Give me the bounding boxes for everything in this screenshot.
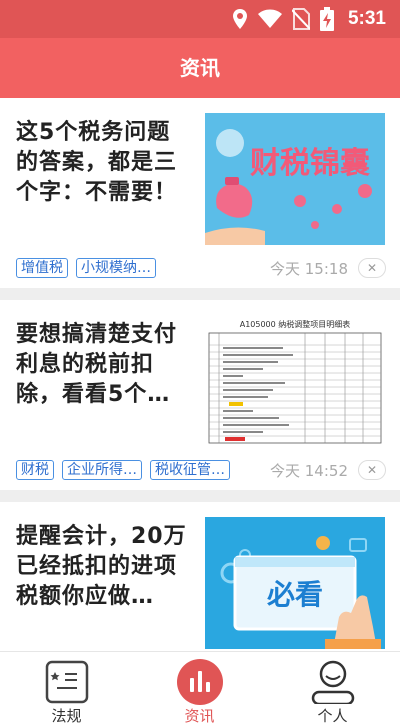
- page-title: 资讯: [180, 56, 220, 80]
- tab-profile[interactable]: 个人: [266, 652, 399, 725]
- thumbnail-caption: 财税锦囊: [250, 146, 370, 181]
- app-bar: 资讯: [0, 38, 400, 98]
- tab-label: 个人: [317, 707, 348, 725]
- article-time: 今天 14:52: [270, 462, 348, 480]
- person-icon: [311, 660, 355, 704]
- tag-chip[interactable]: 企业所得…: [62, 460, 142, 480]
- clock: 5:31: [347, 8, 386, 29]
- battery-charging-icon: [319, 7, 334, 31]
- article-card[interactable]: 要想搞清楚支付利息的税前扣除，看看5个… A105000 纳税调整项目明细表 财…: [0, 300, 400, 490]
- tag-list: 财税 企业所得… 税收征管…: [16, 460, 230, 480]
- article-card[interactable]: 这5个税务问题的答案，都是三个字：不需要！ 财税锦囊 增值税 小规模纳… 今天 …: [0, 98, 400, 288]
- tax-tips-illustration: 财税锦囊: [205, 113, 385, 245]
- tag-chip[interactable]: 小规模纳…: [76, 258, 156, 278]
- thumbnail-caption: 必看: [267, 578, 323, 611]
- location-icon: [232, 9, 247, 29]
- tab-label: 法规: [51, 707, 82, 725]
- article-thumbnail[interactable]: A105000 纳税调整项目明细表: [205, 315, 385, 447]
- tab-label: 资讯: [184, 707, 215, 725]
- news-chart-icon: [177, 659, 223, 705]
- bottom-tab-bar: 法规 资讯 个人: [0, 651, 400, 725]
- tag-chip[interactable]: 税收征管…: [150, 460, 230, 480]
- tag-chip[interactable]: 财税: [16, 460, 54, 480]
- dismiss-button[interactable]: ✕: [358, 258, 386, 278]
- tax-table-image: A105000 纳税调整项目明细表: [205, 315, 385, 447]
- divider: [0, 490, 400, 502]
- article-thumbnail[interactable]: 财税锦囊: [205, 113, 385, 245]
- tab-law[interactable]: 法规: [0, 652, 133, 725]
- tag-chip[interactable]: 增值税: [16, 258, 68, 278]
- article-title[interactable]: 提醒会计，20万已经抵扣的进项税额你应做…: [16, 522, 188, 612]
- dismiss-button[interactable]: ✕: [358, 460, 386, 480]
- article-time: 今天 15:18: [270, 260, 348, 278]
- tag-list: 增值税 小规模纳…: [16, 258, 156, 278]
- wifi-icon: [257, 9, 282, 28]
- thumbnail-caption: A105000 纳税调整项目明细表: [240, 319, 351, 329]
- law-book-icon: [45, 660, 89, 704]
- article-card[interactable]: 提醒会计，20万已经抵扣的进项税额你应做… 必看: [0, 502, 400, 651]
- article-title[interactable]: 这5个税务问题的答案，都是三个字：不需要！: [16, 118, 188, 208]
- tab-news[interactable]: 资讯: [133, 652, 266, 725]
- must-read-illustration: 必看: [205, 517, 385, 649]
- status-bar: 5:31: [0, 0, 400, 38]
- no-sim-icon: [291, 8, 310, 30]
- divider: [0, 288, 400, 300]
- article-thumbnail[interactable]: 必看: [205, 517, 385, 649]
- article-feed[interactable]: 这5个税务问题的答案，都是三个字：不需要！ 财税锦囊 增值税 小规模纳… 今天 …: [0, 98, 400, 651]
- article-title[interactable]: 要想搞清楚支付利息的税前扣除，看看5个…: [16, 320, 188, 410]
